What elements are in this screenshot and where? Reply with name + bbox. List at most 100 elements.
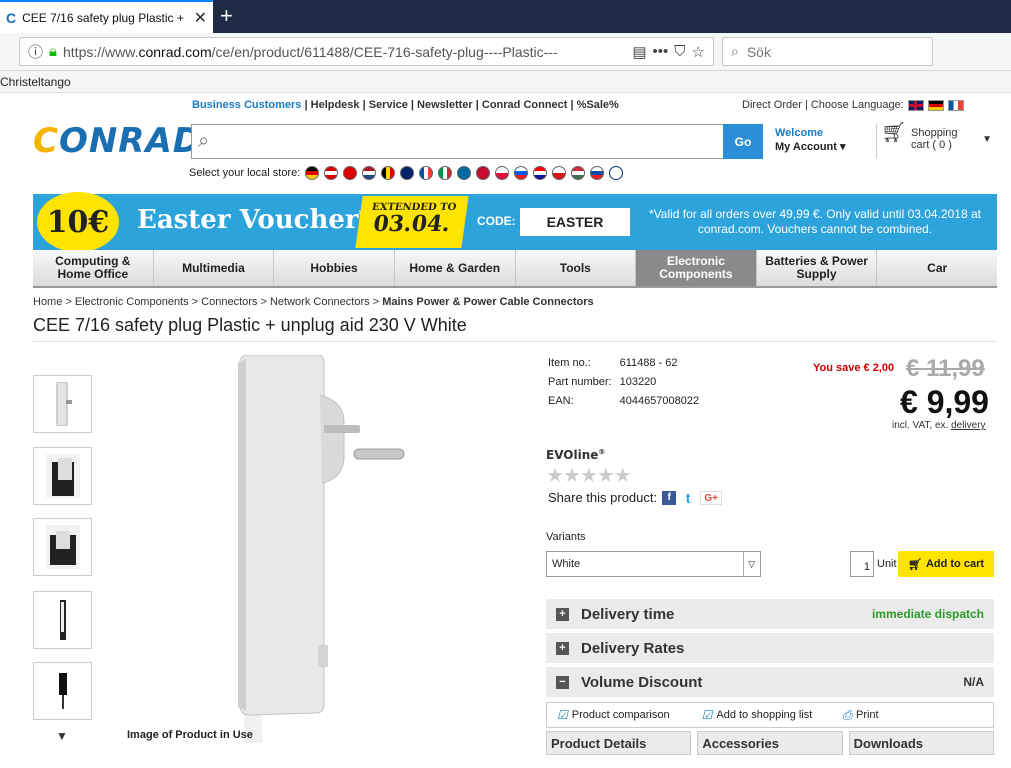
store-label: Select your local store: (189, 167, 301, 179)
flag-fr-icon[interactable] (947, 99, 964, 111)
search-go-button[interactable]: Go (723, 124, 763, 159)
thumbnail-3[interactable] (33, 518, 92, 576)
account-menu[interactable]: Welcome My Account ▾ (775, 126, 846, 154)
volume-discount-value: N/A (963, 675, 984, 689)
store-flag-hr-icon[interactable] (533, 166, 548, 180)
store-flag-se-icon[interactable] (457, 166, 472, 180)
store-flag-fr-icon[interactable] (419, 166, 434, 180)
menu-item-electronic-components[interactable]: Electronic Components (636, 250, 757, 286)
facebook-icon[interactable]: f (662, 490, 677, 505)
rating-stars[interactable]: ★★★★★ (546, 463, 632, 488)
store-flag-uk-icon[interactable] (400, 166, 415, 180)
store-flag-fi-icon[interactable] (609, 166, 624, 180)
product-main-image[interactable] (210, 355, 430, 743)
business-customers-link[interactable]: Business Customers (192, 99, 301, 111)
plug-side-thumbnail (56, 382, 72, 426)
browser-tab[interactable]: C CEE 7/16 safety plug Plastic + u ✕ (0, 0, 213, 33)
site-search-input[interactable]: ⌕ (191, 124, 757, 159)
store-flag-at-icon[interactable] (324, 166, 339, 180)
service-links[interactable]: | Helpdesk | Service | Newsletter | Conr… (301, 99, 618, 111)
thumbnail-2[interactable] (33, 447, 92, 505)
menu-item-batteries[interactable]: Batteries & Power Supply (757, 250, 878, 286)
store-flag-sk-icon[interactable] (590, 166, 605, 180)
breadcrumb-sep: > (62, 296, 75, 308)
add-to-cart-button[interactable]: 🛒︎ Add to cart (898, 551, 994, 577)
menu-item-multimedia[interactable]: Multimedia (154, 250, 275, 286)
accordion-volume-discount[interactable]: − Volume Discount N/A (546, 667, 994, 697)
store-flag-it-icon[interactable] (438, 166, 453, 180)
menu-item-tools[interactable]: Tools (516, 250, 637, 286)
tab-close-icon[interactable]: ✕ (194, 8, 207, 28)
store-flag-nl-icon[interactable] (362, 166, 377, 180)
menu-item-home-garden[interactable]: Home & Garden (395, 250, 516, 286)
image-caption[interactable]: Image of Product in Use (127, 729, 253, 741)
star-icon[interactable]: ★ (597, 465, 615, 487)
conrad-logo[interactable]: CONRAD (33, 121, 202, 161)
store-flag-cz-icon[interactable] (552, 166, 567, 180)
browser-search-input[interactable]: ⌕ Sök (722, 37, 933, 66)
google-plus-icon[interactable]: G+ (700, 490, 723, 505)
store-flag-pl-icon[interactable] (495, 166, 510, 180)
store-flag-si-icon[interactable] (514, 166, 529, 180)
store-flag-ch-icon[interactable] (343, 166, 358, 180)
star-icon[interactable]: ★ (563, 465, 581, 487)
brand-logo[interactable]: EVOline® (546, 448, 605, 462)
thumbnail-5[interactable] (33, 662, 92, 720)
brand-text: EVOline (546, 448, 599, 462)
breadcrumb-electronic-components[interactable]: Electronic Components (75, 296, 189, 308)
product-comparison-link[interactable]: ☑ Product comparison (557, 708, 670, 722)
my-account-link[interactable]: My Account ▾ (775, 140, 846, 154)
new-tab-icon[interactable]: + (220, 2, 233, 30)
chevron-down-icon[interactable]: ▽ (743, 552, 755, 576)
print-link[interactable]: ⎙ Print (842, 708, 878, 723)
menu-item-computing[interactable]: Computing & Home Office (33, 250, 154, 286)
tab-product-details[interactable]: Product Details (546, 731, 692, 755)
shopping-cart[interactable]: 🛒︎ Shopping cart ( 0 ) ▼ (876, 123, 996, 158)
reader-view-icon[interactable]: ▤ (632, 43, 646, 61)
breadcrumb-connectors[interactable]: Connectors (201, 296, 257, 308)
flag-uk-icon[interactable] (907, 99, 924, 111)
breadcrumb-home[interactable]: Home (33, 296, 62, 308)
star-icon[interactable]: ★ (546, 465, 564, 487)
pocket-icon[interactable]: ⛉ (674, 43, 685, 60)
thumbnail-1[interactable] (33, 375, 92, 433)
star-icon[interactable]: ★ (580, 465, 598, 487)
tab-downloads[interactable]: Downloads (848, 731, 994, 755)
search-icon: ⌕ (731, 43, 739, 59)
direct-order-link[interactable]: Direct Order | Choose Language: (742, 99, 904, 111)
add-to-cart-label: Add to cart (925, 558, 985, 570)
star-icon[interactable]: ★ (614, 465, 632, 487)
compare-label: Product comparison (571, 709, 670, 721)
store-flag-dk-icon[interactable] (476, 166, 491, 180)
accordion-label: Volume Discount (581, 673, 703, 691)
add-to-list-link[interactable]: ☑ Add to shopping list (702, 708, 813, 722)
store-flag-hu-icon[interactable] (571, 166, 586, 180)
menu-item-car[interactable]: Car (877, 250, 997, 286)
thumbnail-4[interactable] (33, 591, 92, 649)
delivery-link[interactable]: delivery (951, 420, 985, 431)
quantity-input[interactable]: 1 (850, 551, 874, 577)
twitter-icon[interactable]: t (681, 490, 696, 505)
page-actions-icon[interactable]: ••• (653, 43, 669, 60)
store-flag-de-icon[interactable] (305, 166, 320, 180)
store-flag-be-icon[interactable] (381, 166, 396, 180)
chevron-down-icon[interactable]: ▼ (56, 729, 68, 743)
breadcrumb-network-connectors[interactable]: Network Connectors (270, 296, 370, 308)
lock-icon[interactable]: 🔒︎ (49, 43, 57, 60)
accordion-delivery-time[interactable]: + Delivery time immediate dispatch (546, 599, 994, 629)
tab-accessories[interactable]: Accessories (697, 731, 843, 755)
accordion-label: Delivery time (581, 605, 675, 623)
accordion-delivery-rates[interactable]: + Delivery Rates (546, 633, 994, 663)
info-icon[interactable]: ⓘ (28, 41, 43, 62)
menu-item-hobbies[interactable]: Hobbies (274, 250, 395, 286)
flag-de-icon[interactable] (927, 99, 944, 111)
variant-select[interactable]: White ▽ (546, 551, 761, 577)
dispatch-status: immediate dispatch (871, 607, 984, 621)
address-bar[interactable]: ⓘ 🔒︎ https://www.conrad.com/ce/en/produc… (19, 37, 714, 66)
chevron-down-icon[interactable]: ▼ (982, 134, 992, 146)
bookmark-item[interactable]: Christeltango (0, 75, 71, 89)
product-meta-table: Item no.: 611488 - 62 Part number: 103220 … (546, 353, 707, 412)
bookmark-star-icon[interactable]: ☆ (692, 43, 705, 61)
easter-voucher-banner[interactable]: 10€ Easter Voucher* EXTENDED TO 03.04. C… (33, 192, 997, 252)
url-text[interactable]: https://www.conrad.com/ce/en/product/611… (63, 44, 626, 60)
